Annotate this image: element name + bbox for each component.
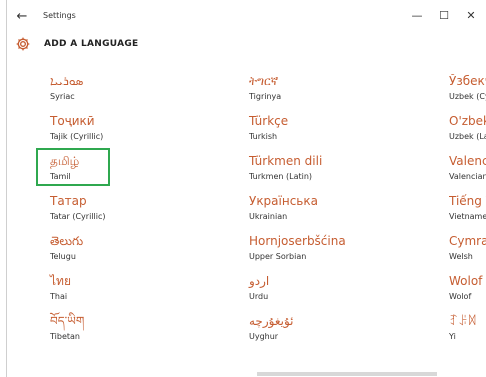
- language-english-name: Tatar (Cyrillic): [50, 212, 106, 221]
- language-native-name: O'zbek: [449, 114, 486, 128]
- language-english-name: Tigrinya: [249, 92, 282, 101]
- language-native-name: Тоҷикӣ: [50, 114, 95, 128]
- settings-window: ← Settings — ☐ ✕ ADD A LANGUAGE ܣܘܪܝܝܐ S…: [6, 0, 486, 377]
- language-native-name: Türkmen dili: [249, 154, 323, 168]
- language-english-name: Vietname: [449, 212, 486, 221]
- language-item-turkmen[interactable]: Türkmen dili Turkmen (Latin): [249, 154, 322, 186]
- page-header: ADD A LANGUAGE: [7, 34, 486, 60]
- language-item-tibetan[interactable]: བོད་ཡིག Tibetan: [50, 314, 84, 346]
- language-native-name: Українська: [249, 194, 318, 208]
- language-native-name: اردو: [249, 274, 270, 288]
- language-item-turkish[interactable]: Türkçe Turkish: [249, 114, 288, 146]
- language-item-uzbek-cyrillic[interactable]: Ўзбекч Uzbek (Cy: [449, 74, 486, 106]
- language-native-name: ไทย: [50, 274, 71, 288]
- language-item-tigrinya[interactable]: ትግርኛ Tigrinya: [249, 74, 281, 106]
- language-english-name: Thai: [50, 292, 68, 301]
- language-item-valencian[interactable]: Valenc Valencian: [449, 154, 486, 186]
- language-english-name: Tamil: [50, 172, 71, 181]
- language-native-name: Татар: [50, 194, 87, 208]
- language-native-name: Valenc: [449, 154, 486, 168]
- language-english-name: Uyghur: [249, 332, 279, 341]
- window-title: Settings: [43, 11, 76, 20]
- language-english-name: Turkmen (Latin): [249, 172, 313, 181]
- close-button[interactable]: ✕: [458, 4, 484, 28]
- language-item-upper-sorbian[interactable]: Hornjoserbšćina Upper Sorbian: [249, 234, 346, 266]
- language-native-name: Tiếng V: [449, 194, 486, 208]
- language-item-wolof[interactable]: Wolof Wolof: [449, 274, 486, 306]
- language-english-name: Upper Sorbian: [249, 252, 307, 261]
- language-native-name: ئۇيغۇرچە: [249, 314, 294, 328]
- language-english-name: Uzbek (La: [449, 132, 486, 141]
- language-english-name: Ukrainian: [249, 212, 288, 221]
- title-bar: ← Settings — ☐ ✕: [7, 0, 486, 34]
- language-item-uyghur[interactable]: ئۇيغۇرچە Uyghur: [249, 314, 294, 346]
- language-english-name: Tibetan: [50, 332, 80, 341]
- maximize-button[interactable]: ☐: [431, 4, 457, 28]
- language-native-name: Hornjoserbšćina: [249, 234, 346, 248]
- language-english-name: Uzbek (Cy: [449, 92, 486, 101]
- language-grid: ܣܘܪܝܝܐ Syriac Тоҷикӣ Tajik (Cyrillic) தம…: [7, 66, 486, 366]
- language-native-name: Türkçe: [249, 114, 289, 128]
- language-item-uzbek-latin[interactable]: O'zbek Uzbek (La: [449, 114, 486, 146]
- language-native-name: Ўзбекч: [449, 74, 486, 88]
- language-item-tamil[interactable]: தமிழ் Tamil: [50, 154, 79, 186]
- back-button[interactable]: ←: [11, 6, 33, 28]
- language-native-name: தமிழ்: [50, 154, 80, 168]
- minimize-button[interactable]: —: [404, 4, 430, 28]
- language-item-tatar[interactable]: Татар Tatar (Cyrillic): [50, 194, 105, 226]
- language-english-name: Telugu: [50, 252, 76, 261]
- language-english-name: Welsh: [449, 252, 473, 261]
- language-item-thai[interactable]: ไทย Thai: [50, 274, 71, 306]
- language-english-name: Tajik (Cyrillic): [50, 132, 104, 141]
- language-item-tajik[interactable]: Тоҷикӣ Tajik (Cyrillic): [50, 114, 103, 146]
- horizontal-scrollbar[interactable]: [257, 372, 437, 376]
- language-item-telugu[interactable]: తెలుగు Telugu: [50, 234, 83, 266]
- language-english-name: Urdu: [249, 292, 269, 301]
- language-native-name: Wolof: [449, 274, 483, 288]
- language-native-name: తెలుగు: [50, 234, 84, 248]
- language-native-name: ትግርኛ: [249, 74, 279, 88]
- language-item-urdu[interactable]: اردو Urdu: [249, 274, 269, 306]
- language-native-name: Cymra: [449, 234, 486, 248]
- gear-icon: [16, 37, 30, 51]
- language-item-welsh[interactable]: Cymra Welsh: [449, 234, 486, 266]
- language-native-name: བོད་ཡིག: [50, 314, 85, 328]
- language-english-name: Valencian: [449, 172, 486, 181]
- language-item-yi[interactable]: ꆈꌠꉙ Yi: [449, 314, 486, 346]
- language-english-name: Turkish: [249, 132, 278, 141]
- language-native-name: ꆈꌠꉙ: [449, 314, 478, 328]
- language-item-vietnamese[interactable]: Tiếng V Vietname: [449, 194, 486, 226]
- language-english-name: Syriac: [50, 92, 75, 101]
- language-english-name: Wolof: [449, 292, 472, 301]
- page-title: ADD A LANGUAGE: [44, 39, 139, 49]
- language-native-name: ܣܘܪܝܝܐ: [50, 74, 84, 88]
- language-item-syriac[interactable]: ܣܘܪܝܝܐ Syriac: [50, 74, 83, 106]
- language-item-ukrainian[interactable]: Українська Ukrainian: [249, 194, 318, 226]
- language-english-name: Yi: [449, 332, 456, 341]
